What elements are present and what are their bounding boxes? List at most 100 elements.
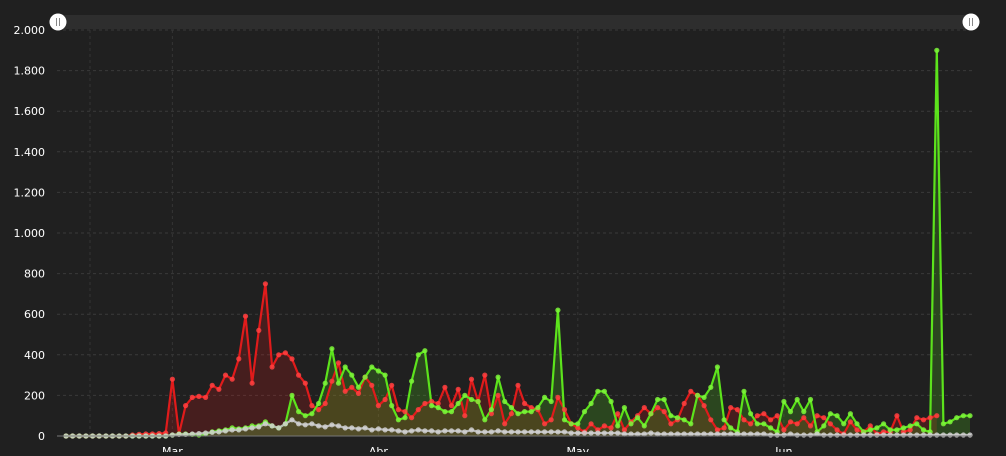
series-3-point[interactable] [382, 427, 388, 433]
series-2-point[interactable] [781, 398, 787, 405]
series-2-point[interactable] [841, 421, 847, 427]
series-2-point[interactable] [362, 374, 368, 380]
series-1-point[interactable] [455, 386, 461, 392]
series-3-point[interactable] [169, 432, 175, 438]
series-2-point[interactable] [960, 413, 967, 419]
series-1-point[interactable] [561, 407, 568, 413]
series-1-point[interactable] [422, 400, 428, 407]
series-3-point[interactable] [768, 432, 774, 438]
series-2-point[interactable] [475, 398, 481, 405]
series-2-point[interactable] [641, 423, 647, 429]
series-3-point[interactable] [887, 432, 893, 438]
series-1-point[interactable] [256, 327, 262, 333]
series-3-point[interactable] [515, 429, 521, 435]
series-2-point[interactable] [342, 364, 348, 370]
series-1-point[interactable] [761, 411, 767, 417]
series-2-point[interactable] [635, 415, 641, 421]
series-3-point[interactable] [914, 432, 920, 438]
series-3-point[interactable] [335, 423, 342, 429]
series-2-point[interactable] [648, 411, 654, 417]
series-3-point[interactable] [429, 428, 435, 434]
series-2-point[interactable] [967, 413, 973, 419]
series-3-point[interactable] [801, 432, 807, 438]
series-1-point[interactable] [196, 393, 202, 399]
series-3-point[interactable] [216, 429, 222, 435]
series-3-point[interactable] [249, 425, 255, 431]
series-2-point[interactable] [429, 403, 435, 409]
series-3-point[interactable] [542, 429, 548, 435]
series-2-point[interactable] [535, 405, 541, 411]
series-1-point[interactable] [661, 409, 667, 415]
series-2-point[interactable] [655, 396, 661, 403]
series-3-point[interactable] [196, 431, 202, 437]
series-1-point[interactable] [668, 421, 674, 427]
series-2-point[interactable] [415, 352, 421, 358]
series-1-point[interactable] [236, 356, 242, 362]
series-1-point[interactable] [502, 421, 508, 427]
series-3-point[interactable] [907, 432, 913, 438]
series-1-point[interactable] [322, 400, 328, 407]
series-1-point[interactable] [615, 411, 621, 417]
series-3-point[interactable] [395, 428, 401, 434]
series-1-point[interactable] [601, 423, 608, 429]
series-3-point[interactable] [581, 430, 588, 436]
series-3-point[interactable] [289, 417, 295, 423]
series-2-point[interactable] [601, 388, 608, 394]
series-2-point[interactable] [568, 421, 574, 427]
series-2-point[interactable] [495, 374, 501, 380]
series-3-point[interactable] [375, 426, 381, 432]
series-3-point[interactable] [462, 429, 468, 435]
series-1-point[interactable] [242, 313, 249, 319]
series-1-point[interactable] [927, 415, 933, 421]
series-3-point[interactable] [927, 432, 933, 438]
series-1-point[interactable] [442, 384, 448, 390]
series-2-point[interactable] [701, 394, 707, 400]
series-3-point[interactable] [236, 427, 242, 433]
series-2-point[interactable] [940, 421, 947, 427]
series-1-point[interactable] [754, 413, 760, 419]
series-1-point[interactable] [316, 407, 322, 413]
series-3-point[interactable] [402, 429, 408, 435]
series-3-point[interactable] [502, 429, 508, 435]
series-1-point[interactable] [349, 384, 355, 390]
series-2-point[interactable] [302, 413, 308, 419]
series-2-point[interactable] [761, 421, 767, 427]
series-1-point[interactable] [721, 425, 727, 431]
series-3-point[interactable] [242, 426, 249, 432]
series-3-point[interactable] [774, 432, 780, 438]
series-2-point[interactable] [615, 423, 621, 429]
series-1-point[interactable] [355, 390, 362, 396]
series-1-point[interactable] [847, 419, 854, 425]
series-1-point[interactable] [728, 405, 734, 411]
series-3-point[interactable] [522, 429, 528, 435]
series-1-point[interactable] [189, 394, 195, 400]
series-3-point[interactable] [322, 424, 328, 430]
series-3-point[interactable] [282, 421, 288, 427]
series-1-point[interactable] [382, 396, 388, 403]
series-3-point[interactable] [555, 429, 561, 435]
series-2-point[interactable] [768, 425, 774, 431]
series-1-point[interactable] [588, 421, 594, 427]
series-3-point[interactable] [940, 432, 947, 438]
series-2-point[interactable] [694, 392, 701, 398]
series-2-point[interactable] [522, 409, 528, 415]
series-1-point[interactable] [522, 400, 528, 407]
series-2-point[interactable] [628, 421, 634, 427]
series-3-point[interactable] [807, 432, 814, 438]
series-2-point[interactable] [409, 378, 415, 384]
series-2-point[interactable] [621, 405, 628, 411]
series-3-point[interactable] [302, 422, 308, 428]
series-2-point[interactable] [448, 409, 455, 415]
navigator-track[interactable] [57, 15, 972, 29]
series-2-point[interactable] [708, 384, 714, 390]
series-2-point[interactable] [821, 423, 827, 429]
series-2-point[interactable] [807, 396, 814, 403]
series-1-point[interactable] [508, 411, 514, 417]
series-3-point[interactable] [934, 432, 940, 438]
series-2-point[interactable] [502, 398, 508, 405]
series-2-point[interactable] [462, 392, 468, 398]
series-3-point[interactable] [528, 429, 534, 435]
series-3-point[interactable] [834, 432, 840, 438]
series-2-point[interactable] [389, 403, 395, 409]
series-2-point[interactable] [801, 409, 807, 415]
